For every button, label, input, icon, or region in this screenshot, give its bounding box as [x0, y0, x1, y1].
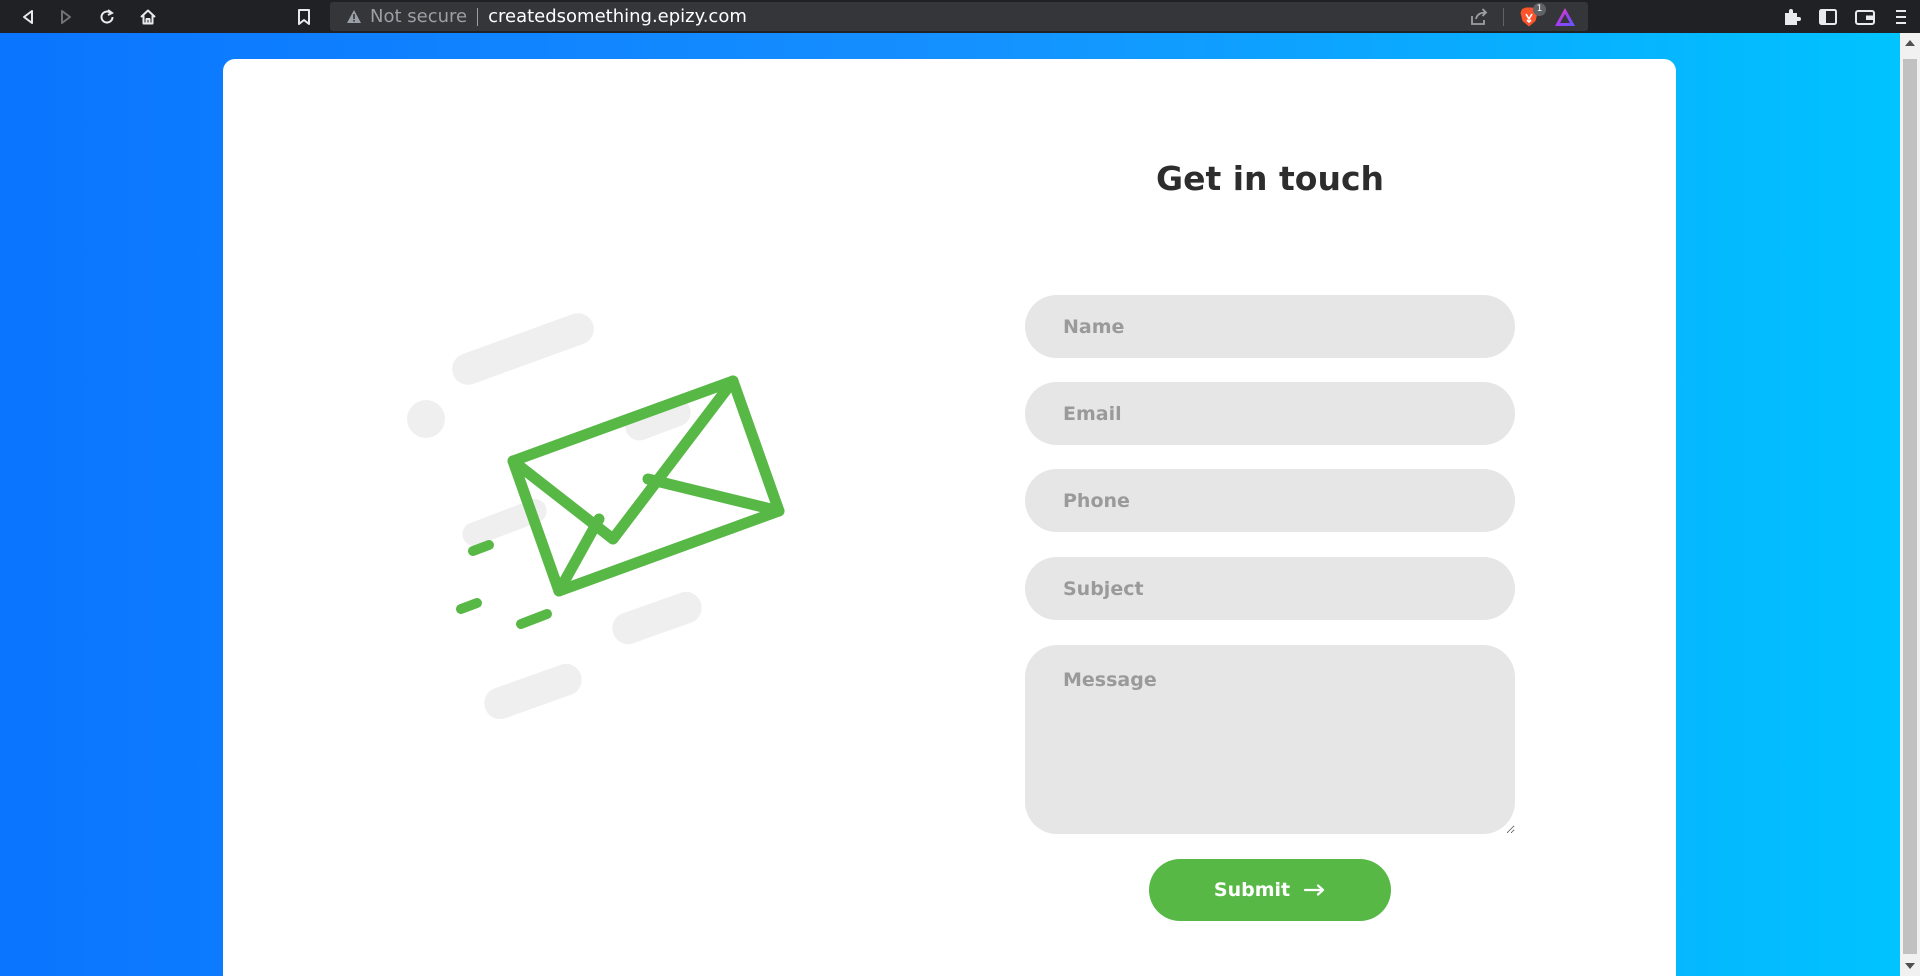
home-icon[interactable]: [136, 5, 160, 29]
share-icon[interactable]: [1469, 7, 1489, 26]
envelope-drawing: [507, 375, 785, 597]
scroll-up-arrow-icon[interactable]: [1905, 40, 1915, 46]
page-background: Get in touch Submit: [0, 33, 1900, 976]
puzzle-icon[interactable]: [1782, 7, 1802, 27]
decorative-streaks: [407, 313, 702, 719]
browser-extension-area: [1782, 4, 1910, 29]
email-field[interactable]: [1025, 382, 1515, 445]
back-arrow-icon[interactable]: [16, 5, 40, 29]
contact-card: Get in touch Submit: [223, 59, 1676, 976]
menu-icon[interactable]: [1892, 7, 1910, 27]
envelope-icon: [407, 313, 785, 719]
long-arrow-right-icon: [1304, 879, 1326, 901]
scrollbar-thumb[interactable]: [1903, 59, 1917, 954]
page-title: Get in touch: [1155, 159, 1385, 198]
reload-icon[interactable]: [95, 5, 119, 29]
rewards-triangle-icon[interactable]: [1554, 7, 1576, 27]
browser-toolbar: Not secure createdsomething.epizy.com 1: [0, 0, 1920, 33]
shields-count-badge: 1: [1533, 2, 1546, 16]
submit-label: Submit: [1213, 879, 1291, 901]
name-field[interactable]: [1025, 295, 1515, 358]
sidebar-icon[interactable]: [1818, 7, 1838, 27]
address-bar[interactable]: Not secure createdsomething.epizy.com 1: [330, 2, 1588, 31]
phone-field[interactable]: [1025, 469, 1515, 532]
url-text[interactable]: createdsomething.epizy.com: [488, 6, 747, 27]
brave-lion-icon[interactable]: 1: [1518, 2, 1546, 28]
security-label[interactable]: Not secure: [370, 6, 467, 27]
address-bar-actions: 1: [1469, 2, 1576, 29]
scroll-down-arrow-icon[interactable]: [1905, 963, 1915, 969]
wallet-icon[interactable]: [1854, 7, 1876, 27]
address-divider: [477, 7, 479, 26]
submit-button[interactable]: Submit: [1149, 859, 1391, 921]
message-field[interactable]: [1025, 645, 1515, 834]
bookmark-icon[interactable]: [292, 5, 316, 29]
motion-lines: [456, 540, 552, 629]
warning-triangle-icon[interactable]: [346, 9, 362, 24]
page-scrollbar[interactable]: [1900, 33, 1920, 976]
forward-arrow-icon[interactable]: [54, 5, 78, 29]
actions-divider: [1503, 7, 1504, 26]
subject-field[interactable]: [1025, 557, 1515, 620]
